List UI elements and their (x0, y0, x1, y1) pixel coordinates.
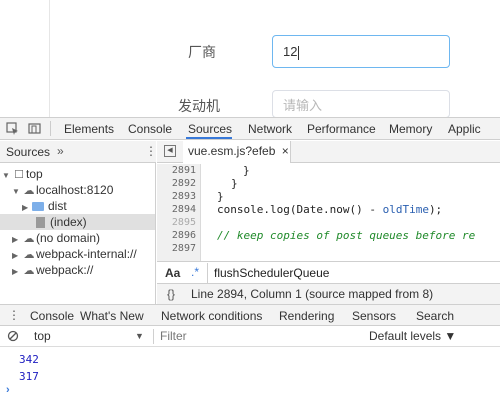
drawer-tab-network-conditions[interactable]: Network conditions (161, 309, 262, 323)
tree-item-top[interactable]: ▼ ☐ top (2, 166, 43, 182)
tab-network[interactable]: Network (248, 122, 292, 136)
inspect-element-icon[interactable] (6, 122, 19, 135)
toolbar-divider (50, 121, 51, 136)
devtools-main-tabbar: Elements Console Sources Network Perform… (0, 118, 500, 140)
line-number[interactable]: 2891 (172, 165, 196, 176)
console-message: 317 (19, 370, 39, 383)
drawer-tab-console[interactable]: Console (30, 309, 74, 323)
tree-item-label: (no domain) (36, 231, 101, 245)
expanded-triangle-icon[interactable]: ▼ (12, 184, 22, 200)
pretty-print-button[interactable]: {} (167, 284, 175, 304)
line-number[interactable]: 2895 (172, 217, 196, 228)
frame-icon: ☐ (14, 169, 24, 181)
navigator-header: Sources » ⋮ (0, 141, 157, 163)
engine-input-placeholder: 请输入 (283, 99, 323, 114)
line-number[interactable]: 2892 (172, 178, 196, 189)
tree-item-localhost[interactable]: ▼ ☁ localhost:8120 (12, 182, 113, 198)
close-tab-icon[interactable]: × (282, 144, 289, 158)
manufacturer-label: 厂商 (188, 45, 216, 61)
line-number[interactable]: 2896 (172, 230, 196, 241)
drawer-tab-search[interactable]: Search (416, 309, 454, 323)
active-tab-indicator (186, 137, 232, 139)
navigator-title[interactable]: Sources (6, 145, 50, 159)
log-levels-dropdown[interactable]: Default levels ▼ (369, 329, 456, 343)
code-line: console.log(Date.now() - oldTime); (217, 203, 443, 216)
tree-item-label: (index) (50, 215, 87, 229)
match-case-button[interactable]: Aa (165, 266, 180, 280)
editor-status-bar: {} Line 2894, Column 1 (source mapped fr… (157, 283, 500, 304)
console-toolbar: top ▼ Filter Default levels ▼ (0, 326, 500, 347)
tab-elements[interactable]: Elements (64, 122, 114, 136)
tree-item-label: top (26, 167, 43, 181)
tree-item-label: webpack:// (36, 263, 94, 277)
cloud-icon: ☁ (23, 233, 35, 245)
tree-item-webpack[interactable]: ▶ ☁ webpack:// (12, 262, 93, 278)
line-number[interactable]: 2897 (172, 243, 196, 254)
drawer-tab-whats-new[interactable]: What's New (80, 309, 144, 323)
toolbar-divider (153, 329, 154, 344)
tree-item-webpack-internal[interactable]: ▶ ☁ webpack-internal:// (12, 246, 137, 262)
code-area[interactable]: 2891 2892 2893 2894 2895 2896 2897 } } }… (157, 164, 500, 261)
clear-console-icon[interactable] (7, 330, 19, 342)
line-number-gutter: 2891 2892 2893 2894 2895 2896 2897 (157, 164, 201, 261)
cursor-position-text: Line 2894, Column 1 (source mapped from … (191, 287, 434, 301)
console-message: 342 (19, 353, 39, 366)
line-number[interactable]: 2894 (172, 204, 196, 215)
tab-console[interactable]: Console (128, 122, 172, 136)
manufacturer-input[interactable]: 12 (272, 35, 450, 68)
drawer-tabbar: ⋮ Console What's New Network conditions … (0, 304, 500, 326)
editor-file-tab[interactable]: vue.esm.js?efeb × (183, 141, 291, 163)
folder-icon (32, 202, 44, 211)
code-comment-line: // keep copies of post queues before re (217, 229, 476, 242)
drawer-tab-sensors[interactable]: Sensors (352, 309, 396, 323)
source-editor: ◀ vue.esm.js?efeb × 2891 2892 2893 2894 … (157, 141, 500, 304)
tree-item-index[interactable]: (index) (0, 214, 155, 230)
code-line: } (243, 164, 250, 177)
collapsed-triangle-icon[interactable]: ▶ (12, 264, 22, 280)
context-dropdown-icon[interactable]: ▼ (135, 331, 144, 341)
app-form-area: 厂商 12 发动机 请输入 (0, 0, 500, 118)
editor-file-name: vue.esm.js?efeb (188, 144, 276, 158)
sources-navigator: Sources » ⋮ ▼ ☐ top ▼ ☁ localhost:8120 ▶ dist… (0, 141, 157, 304)
cloud-icon: ☁ (23, 249, 35, 261)
context-selector[interactable]: top (34, 329, 51, 343)
drawer-menu-icon[interactable]: ⋮ (8, 308, 20, 322)
line-number[interactable]: 2893 (172, 191, 196, 202)
search-bar: Aa .* flushSchedulerQueue (157, 261, 500, 283)
code-line: } (217, 190, 224, 203)
tab-sources[interactable]: Sources (188, 122, 232, 136)
engine-input[interactable]: 请输入 (272, 90, 450, 118)
tab-memory[interactable]: Memory (389, 122, 432, 136)
tab-application[interactable]: Applic (448, 122, 481, 136)
drawer-tab-rendering[interactable]: Rendering (279, 309, 334, 323)
tree-item-label: webpack-internal:// (36, 247, 137, 261)
cloud-icon: ☁ (23, 185, 35, 197)
console-output: 342 317 › (0, 347, 500, 402)
tree-item-no-domain[interactable]: ▶ ☁ (no domain) (12, 230, 100, 246)
navigator-menu-icon[interactable]: ⋮ (145, 144, 157, 158)
code-line: } (231, 177, 238, 190)
navigator-more-button[interactable]: » (57, 144, 64, 158)
tree-item-label: localhost:8120 (36, 183, 114, 197)
cloud-icon: ☁ (23, 265, 35, 277)
engine-label: 发动机 (178, 99, 220, 115)
app-left-panel (0, 0, 50, 117)
search-input[interactable]: flushSchedulerQueue (207, 263, 500, 283)
tree-item-dist[interactable]: ▶ dist (22, 198, 67, 214)
search-query: flushSchedulerQueue (214, 266, 330, 280)
toggle-navigator-icon[interactable]: ◀ (164, 145, 176, 157)
editor-tabbar: ◀ vue.esm.js?efeb × (157, 141, 500, 163)
devtools-panel: Elements Console Sources Network Perform… (0, 117, 500, 402)
text-caret (298, 45, 300, 60)
console-prompt[interactable]: › (6, 384, 10, 396)
manufacturer-input-value: 12 (283, 44, 298, 59)
regex-button[interactable]: .* (191, 265, 199, 279)
device-toolbar-icon[interactable] (28, 122, 41, 135)
expanded-triangle-icon[interactable]: ▼ (2, 168, 12, 184)
file-icon (36, 217, 45, 228)
tree-item-label: dist (48, 199, 67, 213)
tab-performance[interactable]: Performance (307, 122, 376, 136)
console-filter-input[interactable]: Filter (160, 329, 187, 343)
